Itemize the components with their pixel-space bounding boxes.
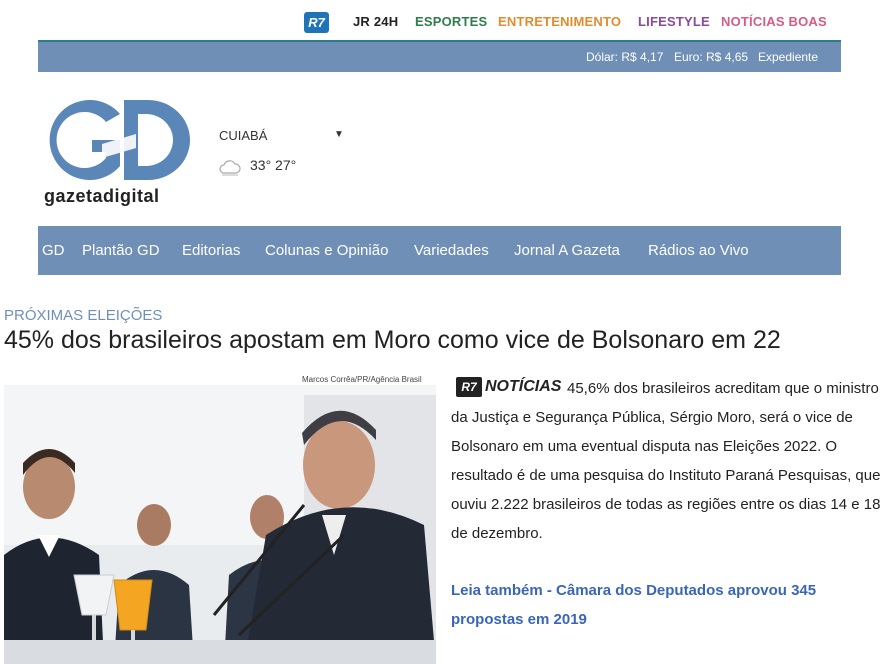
read-more-link[interactable]: Leia também - Câmara dos Deputados aprov…: [451, 576, 881, 634]
nav-item-editorias[interactable]: Editorias: [182, 242, 240, 259]
article-kicker[interactable]: PRÓXIMAS ELEIÇÕES: [4, 307, 162, 324]
cloud-icon: [219, 158, 241, 176]
nav-item-gd[interactable]: GD: [42, 242, 65, 259]
logo-wordmark: gazetadigital: [44, 186, 160, 206]
article-body: 45,6% dos brasileiros acreditam que o mi…: [451, 380, 881, 542]
city-select[interactable]: CUIABÁ: [219, 128, 267, 143]
expediente-link[interactable]: Expediente: [758, 50, 818, 64]
temperature: 33° 27°: [250, 157, 297, 173]
currency-bar: Dólar: R$ 4,17 Euro: R$ 4,65 Expediente: [38, 42, 841, 72]
gazeta-digital-logo[interactable]: [40, 94, 190, 186]
chevron-down-icon[interactable]: ▼: [334, 129, 344, 140]
portal-link-jr24h[interactable]: JR 24H: [353, 14, 398, 29]
portal-link-esportes[interactable]: ESPORTES: [415, 14, 487, 29]
nav-item-plantao[interactable]: Plantão GD: [82, 242, 160, 259]
dolar-rate: Dólar: R$ 4,17: [586, 50, 664, 64]
nav-item-radios[interactable]: Rádios ao Vivo: [648, 242, 749, 259]
portal-link-entretenimento[interactable]: ENTRETENIMENTO: [498, 14, 621, 29]
nav-item-jornal[interactable]: Jornal A Gazeta: [514, 242, 620, 259]
photo-credit: Marcos Corrêa/PR/Agência Brasil: [302, 375, 422, 384]
nav-item-colunas[interactable]: Colunas e Opinião: [265, 242, 388, 259]
main-nav: GD Plantão GD Editorias Colunas e Opiniã…: [38, 226, 841, 275]
article-photo[interactable]: [4, 385, 436, 664]
portal-nav: R7 JR 24H ESPORTES ENTRETENIMENTO LIFEST…: [0, 0, 890, 42]
article-headline: 45% dos brasileiros apostam em Moro como…: [4, 326, 781, 354]
r7-logo[interactable]: R7: [304, 12, 329, 33]
nav-item-variedades[interactable]: Variedades: [414, 242, 489, 259]
portal-link-noticias-boas[interactable]: NOTÍCIAS BOAS: [721, 14, 827, 29]
portal-link-lifestyle[interactable]: LIFESTYLE: [638, 14, 710, 29]
euro-rate: Euro: R$ 4,65: [674, 50, 749, 64]
